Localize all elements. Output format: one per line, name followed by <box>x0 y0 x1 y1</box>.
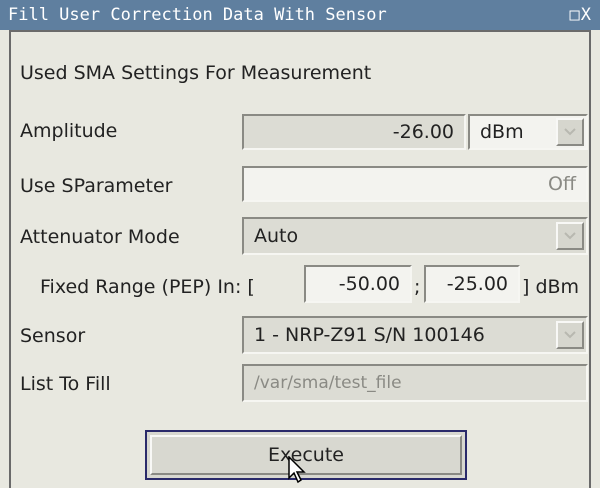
fixed-range-max-field[interactable]: -25.00 <box>424 265 520 303</box>
attenuator-mode-label: Attenuator Mode <box>20 226 180 248</box>
amplitude-label: Amplitude <box>20 120 118 142</box>
fixed-range-max: -25.00 <box>446 273 508 295</box>
sensor-value: 1 - NRP-Z91 S/N 100146 <box>254 324 485 346</box>
fixed-range-separator: ; <box>414 276 421 298</box>
fixed-range-unit: ] dBm <box>522 276 580 298</box>
amplitude-value: -26.00 <box>392 121 454 143</box>
fixed-range-label: Fixed Range (PEP) In: [ <box>40 276 255 298</box>
frame-border-left <box>9 30 11 488</box>
window-title: Fill User Correction Data With Sensor <box>8 5 387 25</box>
mouse-pointer-icon <box>288 456 306 484</box>
chevron-down-icon[interactable] <box>556 222 584 250</box>
frame-border-right <box>589 30 591 488</box>
attenuator-mode-select[interactable]: Auto <box>242 217 588 255</box>
sensor-label: Sensor <box>20 325 86 347</box>
list-to-fill-label: List To Fill <box>20 373 111 395</box>
chevron-down-icon[interactable] <box>556 118 584 146</box>
frame-border-top <box>9 30 591 32</box>
list-to-fill-value: /var/sma/test_file <box>254 373 402 393</box>
window-controls[interactable]: □X <box>570 0 592 30</box>
use-sparameter-value: Off <box>547 173 576 195</box>
amplitude-unit: dBm <box>480 121 524 143</box>
use-sparameter-field[interactable]: Off <box>242 166 588 202</box>
use-sparameter-label: Use SParameter <box>20 175 173 197</box>
fixed-range-min-field[interactable]: -50.00 <box>304 265 412 303</box>
fixed-range-min: -50.00 <box>338 273 400 295</box>
title-bar: Fill User Correction Data With Sensor □X <box>0 0 600 30</box>
section-heading: Used SMA Settings For Measurement <box>20 62 372 84</box>
dialog-window: Fill User Correction Data With Sensor □X… <box>0 0 600 488</box>
list-to-fill-field[interactable]: /var/sma/test_file <box>242 364 588 402</box>
chevron-down-icon[interactable] <box>556 321 584 349</box>
amplitude-value-field[interactable]: -26.00 <box>242 114 466 150</box>
attenuator-mode-value: Auto <box>254 225 299 247</box>
sensor-select[interactable]: 1 - NRP-Z91 S/N 100146 <box>242 316 588 354</box>
